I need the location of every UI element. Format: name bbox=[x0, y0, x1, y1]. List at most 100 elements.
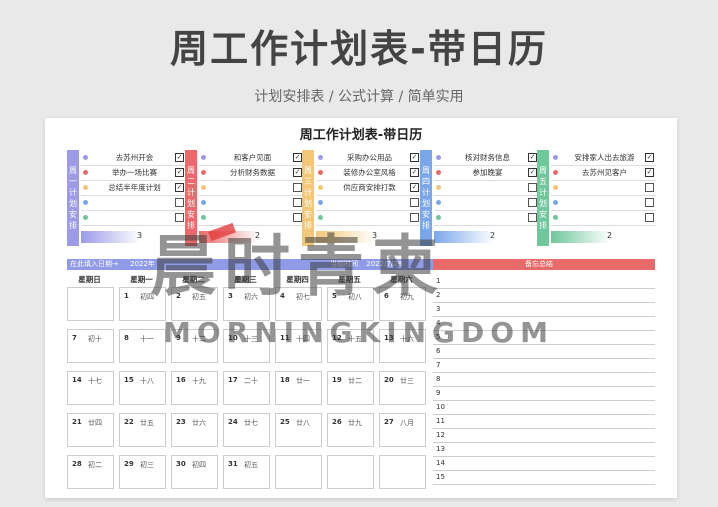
note-row[interactable]: 11 bbox=[433, 414, 655, 429]
calendar-day[interactable]: 20 廿三 bbox=[379, 371, 426, 405]
plan-label-char: 五 bbox=[539, 177, 547, 186]
task-text[interactable]: 供应商安排打款 bbox=[329, 182, 410, 193]
year-input[interactable]: 2022年 bbox=[120, 260, 155, 268]
calendar-day[interactable] bbox=[67, 287, 114, 321]
checkbox-icon[interactable] bbox=[528, 198, 537, 207]
checkbox-icon[interactable]: ✓ bbox=[293, 153, 302, 162]
note-number: 4 bbox=[436, 319, 441, 327]
task-text[interactable]: 核对财务信息 bbox=[447, 152, 528, 163]
calendar-day[interactable]: 11 十四 bbox=[275, 329, 322, 363]
note-row[interactable]: 9 bbox=[433, 386, 655, 401]
checkbox-icon[interactable]: ✓ bbox=[175, 153, 184, 162]
task-text[interactable]: 安排家人出去旅游 bbox=[564, 152, 645, 163]
task-row bbox=[551, 210, 656, 226]
task-text[interactable]: 去苏州见客户 bbox=[564, 167, 645, 178]
note-row[interactable]: 4 bbox=[433, 316, 655, 331]
note-number: 5 bbox=[436, 333, 441, 341]
calendar-day[interactable]: 24 廿七 bbox=[223, 413, 270, 447]
note-row[interactable]: 15 bbox=[433, 470, 655, 485]
note-row[interactable]: 5 bbox=[433, 330, 655, 345]
calendar-day[interactable]: 10 十三 bbox=[223, 329, 270, 363]
calendar-day[interactable]: 4 初七 bbox=[275, 287, 322, 321]
calendar-day[interactable]: 21 廿四 bbox=[67, 413, 114, 447]
calendar-day[interactable]: 17 二十 bbox=[223, 371, 270, 405]
calendar-day[interactable]: 28 初二 bbox=[67, 455, 114, 489]
checkbox-icon[interactable] bbox=[175, 198, 184, 207]
calendar-day[interactable]: 5 初八 bbox=[327, 287, 374, 321]
plan-label-char: 周 bbox=[422, 166, 430, 175]
checkbox-icon[interactable] bbox=[645, 213, 654, 222]
checkbox-icon[interactable] bbox=[293, 198, 302, 207]
calendar-day[interactable]: 16 十九 bbox=[171, 371, 218, 405]
calendar-day[interactable]: 30 初四 bbox=[171, 455, 218, 489]
checkbox-icon[interactable] bbox=[175, 213, 184, 222]
calendar-day[interactable]: 3 初六 bbox=[223, 287, 270, 321]
task-text[interactable]: 采购办公用品 bbox=[329, 152, 410, 163]
checkbox-icon[interactable] bbox=[293, 213, 302, 222]
note-row[interactable]: 12 bbox=[433, 428, 655, 443]
calendar-day[interactable]: 26 廿九 bbox=[327, 413, 374, 447]
calendar-day[interactable]: 15 十八 bbox=[119, 371, 166, 405]
checkbox-icon[interactable]: ✓ bbox=[528, 153, 537, 162]
checkbox-icon[interactable] bbox=[528, 183, 537, 192]
note-row[interactable]: 6 bbox=[433, 344, 655, 359]
plan-label-char: 划 bbox=[422, 199, 430, 208]
note-row[interactable]: 1 bbox=[433, 274, 655, 289]
note-row[interactable]: 8 bbox=[433, 372, 655, 387]
task-row: 举办一场比赛 ✓ bbox=[81, 165, 186, 181]
plan-label-char: 计 bbox=[539, 188, 547, 197]
calendar-day[interactable]: 1 初四 bbox=[119, 287, 166, 321]
task-text[interactable]: 装修办公室风格 bbox=[329, 167, 410, 178]
calendar-day[interactable]: 29 初三 bbox=[119, 455, 166, 489]
task-count: 3 bbox=[372, 231, 378, 240]
calendar-day[interactable]: 25 廿八 bbox=[275, 413, 322, 447]
calendar-day[interactable]: 13 十六 bbox=[379, 329, 426, 363]
task-text[interactable]: 总结半年度计划 bbox=[94, 182, 175, 193]
checkbox-icon[interactable]: ✓ bbox=[528, 168, 537, 177]
info-bar-mid: 当前时间 2022/7/28 bbox=[290, 259, 433, 270]
calendar-day[interactable]: 6 初九 bbox=[379, 287, 426, 321]
task-text[interactable]: 参加晚宴 bbox=[447, 167, 528, 178]
calendar-day[interactable] bbox=[379, 455, 426, 489]
checkbox-icon[interactable]: ✓ bbox=[410, 168, 419, 177]
checkbox-icon[interactable]: ✓ bbox=[410, 183, 419, 192]
checkbox-icon[interactable]: ✓ bbox=[175, 183, 184, 192]
checkbox-icon[interactable] bbox=[293, 183, 302, 192]
task-text[interactable]: 分析财务数据 bbox=[212, 167, 293, 178]
checkbox-icon[interactable] bbox=[645, 183, 654, 192]
task-text[interactable]: 去苏州开会 bbox=[94, 152, 175, 163]
calendar-day[interactable]: 22 廿五 bbox=[119, 413, 166, 447]
checkbox-icon[interactable]: ✓ bbox=[293, 168, 302, 177]
note-row[interactable]: 13 bbox=[433, 442, 655, 457]
calendar-day[interactable]: 8 十一 bbox=[119, 329, 166, 363]
checkbox-icon[interactable] bbox=[645, 198, 654, 207]
calendar-day[interactable]: 27 八月 bbox=[379, 413, 426, 447]
calendar-day[interactable]: 7 初十 bbox=[67, 329, 114, 363]
task-text[interactable]: 举办一场比赛 bbox=[94, 167, 175, 178]
weekday-header: 星期二 bbox=[182, 275, 205, 284]
note-row[interactable]: 10 bbox=[433, 400, 655, 415]
calendar-day[interactable]: 2 初五 bbox=[171, 287, 218, 321]
note-row[interactable]: 3 bbox=[433, 302, 655, 317]
note-row[interactable]: 14 bbox=[433, 456, 655, 471]
calendar-day[interactable]: 12 十五 bbox=[327, 329, 374, 363]
checkbox-icon[interactable]: ✓ bbox=[645, 168, 654, 177]
calendar-day[interactable]: 18 廿一 bbox=[275, 371, 322, 405]
checkbox-icon[interactable]: ✓ bbox=[410, 153, 419, 162]
calendar-day[interactable]: 14 十七 bbox=[67, 371, 114, 405]
task-text[interactable]: 和客户见面 bbox=[212, 152, 293, 163]
note-row[interactable]: 7 bbox=[433, 358, 655, 373]
calendar-day[interactable] bbox=[275, 455, 322, 489]
checkbox-icon[interactable]: ✓ bbox=[175, 168, 184, 177]
bullet-icon bbox=[201, 200, 206, 205]
note-row[interactable]: 2 bbox=[433, 288, 655, 303]
checkbox-icon[interactable] bbox=[410, 198, 419, 207]
calendar-day[interactable] bbox=[327, 455, 374, 489]
calendar-day[interactable]: 9 十二 bbox=[171, 329, 218, 363]
checkbox-icon[interactable] bbox=[410, 213, 419, 222]
calendar-day[interactable]: 19 廿二 bbox=[327, 371, 374, 405]
checkbox-icon[interactable]: ✓ bbox=[645, 153, 654, 162]
checkbox-icon[interactable] bbox=[528, 213, 537, 222]
calendar-day[interactable]: 23 廿六 bbox=[171, 413, 218, 447]
calendar-day[interactable]: 31 初五 bbox=[223, 455, 270, 489]
